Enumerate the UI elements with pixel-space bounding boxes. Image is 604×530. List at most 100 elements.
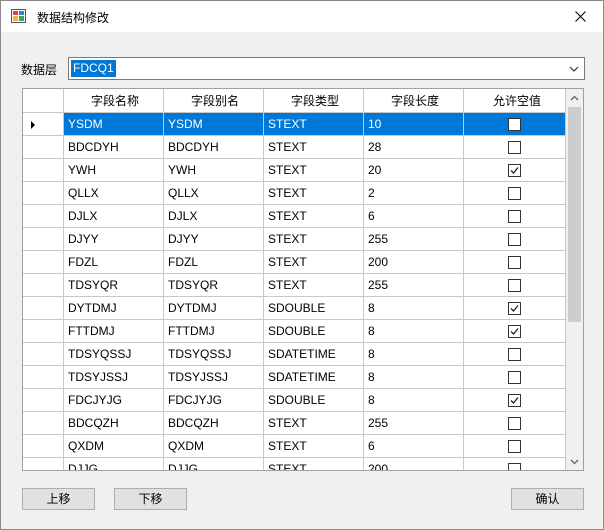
field-type-cell[interactable]: STEXT xyxy=(264,458,364,470)
field-alias-cell[interactable]: DJJG xyxy=(164,458,264,470)
table-row[interactable]: YSDM YSDM STEXT 10 xyxy=(23,113,566,136)
field-name-cell[interactable]: DYTDMJ xyxy=(64,297,164,320)
chevron-down-icon[interactable] xyxy=(568,63,580,75)
field-length-cell[interactable]: 8 xyxy=(364,389,464,412)
row-header[interactable] xyxy=(23,297,64,320)
allow-null-checkbox[interactable] xyxy=(508,187,521,200)
field-type-cell[interactable]: STEXT xyxy=(264,412,364,435)
allow-null-checkbox[interactable] xyxy=(508,394,521,407)
field-name-cell[interactable]: TDSYJSSJ xyxy=(64,366,164,389)
field-name-cell[interactable]: TDSYQR xyxy=(64,274,164,297)
table-row[interactable]: FDCJYJG FDCJYJG SDOUBLE 8 xyxy=(23,389,566,412)
field-type-cell[interactable]: STEXT xyxy=(264,113,364,136)
field-name-cell[interactable]: QLLX xyxy=(64,182,164,205)
field-alias-cell[interactable]: DJYY xyxy=(164,228,264,251)
allow-null-checkbox[interactable] xyxy=(508,164,521,177)
field-type-cell[interactable]: STEXT xyxy=(264,251,364,274)
field-length-cell[interactable]: 28 xyxy=(364,136,464,159)
grid-corner-header[interactable] xyxy=(23,89,64,113)
field-type-cell[interactable]: SDOUBLE xyxy=(264,297,364,320)
field-length-cell[interactable]: 255 xyxy=(364,412,464,435)
row-header[interactable] xyxy=(23,136,64,159)
field-type-cell[interactable]: SDOUBLE xyxy=(264,320,364,343)
table-row[interactable]: BDCDYH BDCDYH STEXT 28 xyxy=(23,136,566,159)
field-name-cell[interactable]: YWH xyxy=(64,159,164,182)
row-header[interactable] xyxy=(23,113,64,136)
field-length-cell[interactable]: 20 xyxy=(364,159,464,182)
field-alias-cell[interactable]: QXDM xyxy=(164,435,264,458)
field-alias-cell[interactable]: TDSYQSSJ xyxy=(164,343,264,366)
row-header[interactable] xyxy=(23,412,64,435)
data-layer-select[interactable]: FDCQ1 xyxy=(68,57,585,80)
column-header-field-type[interactable]: 字段类型 xyxy=(264,89,364,113)
row-header[interactable] xyxy=(23,320,64,343)
field-alias-cell[interactable]: DJLX xyxy=(164,205,264,228)
allow-null-checkbox[interactable] xyxy=(508,463,521,470)
column-header-field-alias[interactable]: 字段别名 xyxy=(164,89,264,113)
row-header[interactable] xyxy=(23,205,64,228)
field-alias-cell[interactable]: BDCDYH xyxy=(164,136,264,159)
table-row[interactable]: TDSYQSSJ TDSYQSSJ SDATETIME 8 xyxy=(23,343,566,366)
scroll-down-button[interactable] xyxy=(566,453,583,470)
field-type-cell[interactable]: STEXT xyxy=(264,159,364,182)
field-length-cell[interactable]: 10 xyxy=(364,113,464,136)
field-name-cell[interactable]: FDZL xyxy=(64,251,164,274)
field-length-cell[interactable]: 8 xyxy=(364,297,464,320)
field-length-cell[interactable]: 200 xyxy=(364,458,464,470)
field-type-cell[interactable]: STEXT xyxy=(264,228,364,251)
field-name-cell[interactable]: FTTDMJ xyxy=(64,320,164,343)
table-row[interactable]: FTTDMJ FTTDMJ SDOUBLE 8 xyxy=(23,320,566,343)
allow-null-checkbox[interactable] xyxy=(508,440,521,453)
field-length-cell[interactable]: 8 xyxy=(364,366,464,389)
scroll-thumb[interactable] xyxy=(568,107,581,322)
field-alias-cell[interactable]: BDCQZH xyxy=(164,412,264,435)
table-row[interactable]: FDZL FDZL STEXT 200 xyxy=(23,251,566,274)
row-header[interactable] xyxy=(23,389,64,412)
field-type-cell[interactable]: STEXT xyxy=(264,274,364,297)
allow-null-checkbox[interactable] xyxy=(508,141,521,154)
field-name-cell[interactable]: BDCQZH xyxy=(64,412,164,435)
close-button[interactable] xyxy=(557,1,603,32)
row-header[interactable] xyxy=(23,435,64,458)
allow-null-checkbox[interactable] xyxy=(508,210,521,223)
field-length-cell[interactable]: 8 xyxy=(364,320,464,343)
field-alias-cell[interactable]: FDZL xyxy=(164,251,264,274)
field-type-cell[interactable]: STEXT xyxy=(264,435,364,458)
field-length-cell[interactable]: 255 xyxy=(364,228,464,251)
scroll-up-button[interactable] xyxy=(566,89,583,106)
allow-null-checkbox[interactable] xyxy=(508,118,521,131)
row-header[interactable] xyxy=(23,251,64,274)
field-alias-cell[interactable]: YSDM xyxy=(164,113,264,136)
table-row[interactable]: TDSYQR TDSYQR STEXT 255 xyxy=(23,274,566,297)
field-type-cell[interactable]: SDATETIME xyxy=(264,343,364,366)
row-header[interactable] xyxy=(23,228,64,251)
row-header[interactable] xyxy=(23,366,64,389)
field-name-cell[interactable]: TDSYQSSJ xyxy=(64,343,164,366)
table-row[interactable]: QXDM QXDM STEXT 6 xyxy=(23,435,566,458)
field-alias-cell[interactable]: TDSYQR xyxy=(164,274,264,297)
field-length-cell[interactable]: 2 xyxy=(364,182,464,205)
row-header[interactable] xyxy=(23,274,64,297)
field-alias-cell[interactable]: TDSYJSSJ xyxy=(164,366,264,389)
field-name-cell[interactable]: QXDM xyxy=(64,435,164,458)
table-row[interactable]: DJYY DJYY STEXT 255 xyxy=(23,228,566,251)
table-row[interactable]: QLLX QLLX STEXT 2 xyxy=(23,182,566,205)
field-name-cell[interactable]: DJYY xyxy=(64,228,164,251)
field-alias-cell[interactable]: DYTDMJ xyxy=(164,297,264,320)
field-type-cell[interactable]: STEXT xyxy=(264,136,364,159)
allow-null-checkbox[interactable] xyxy=(508,279,521,292)
allow-null-checkbox[interactable] xyxy=(508,256,521,269)
row-header[interactable] xyxy=(23,182,64,205)
move-up-button[interactable]: 上移 xyxy=(22,488,95,510)
vertical-scrollbar[interactable] xyxy=(566,89,583,470)
field-type-cell[interactable]: SDATETIME xyxy=(264,366,364,389)
row-header[interactable] xyxy=(23,159,64,182)
allow-null-checkbox[interactable] xyxy=(508,371,521,384)
field-length-cell[interactable]: 8 xyxy=(364,343,464,366)
table-row[interactable]: TDSYJSSJ TDSYJSSJ SDATETIME 8 xyxy=(23,366,566,389)
move-down-button[interactable]: 下移 xyxy=(114,488,187,510)
field-name-cell[interactable]: DJLX xyxy=(64,205,164,228)
row-header[interactable] xyxy=(23,458,64,470)
column-header-field-name[interactable]: 字段名称 xyxy=(64,89,164,113)
field-alias-cell[interactable]: FTTDMJ xyxy=(164,320,264,343)
